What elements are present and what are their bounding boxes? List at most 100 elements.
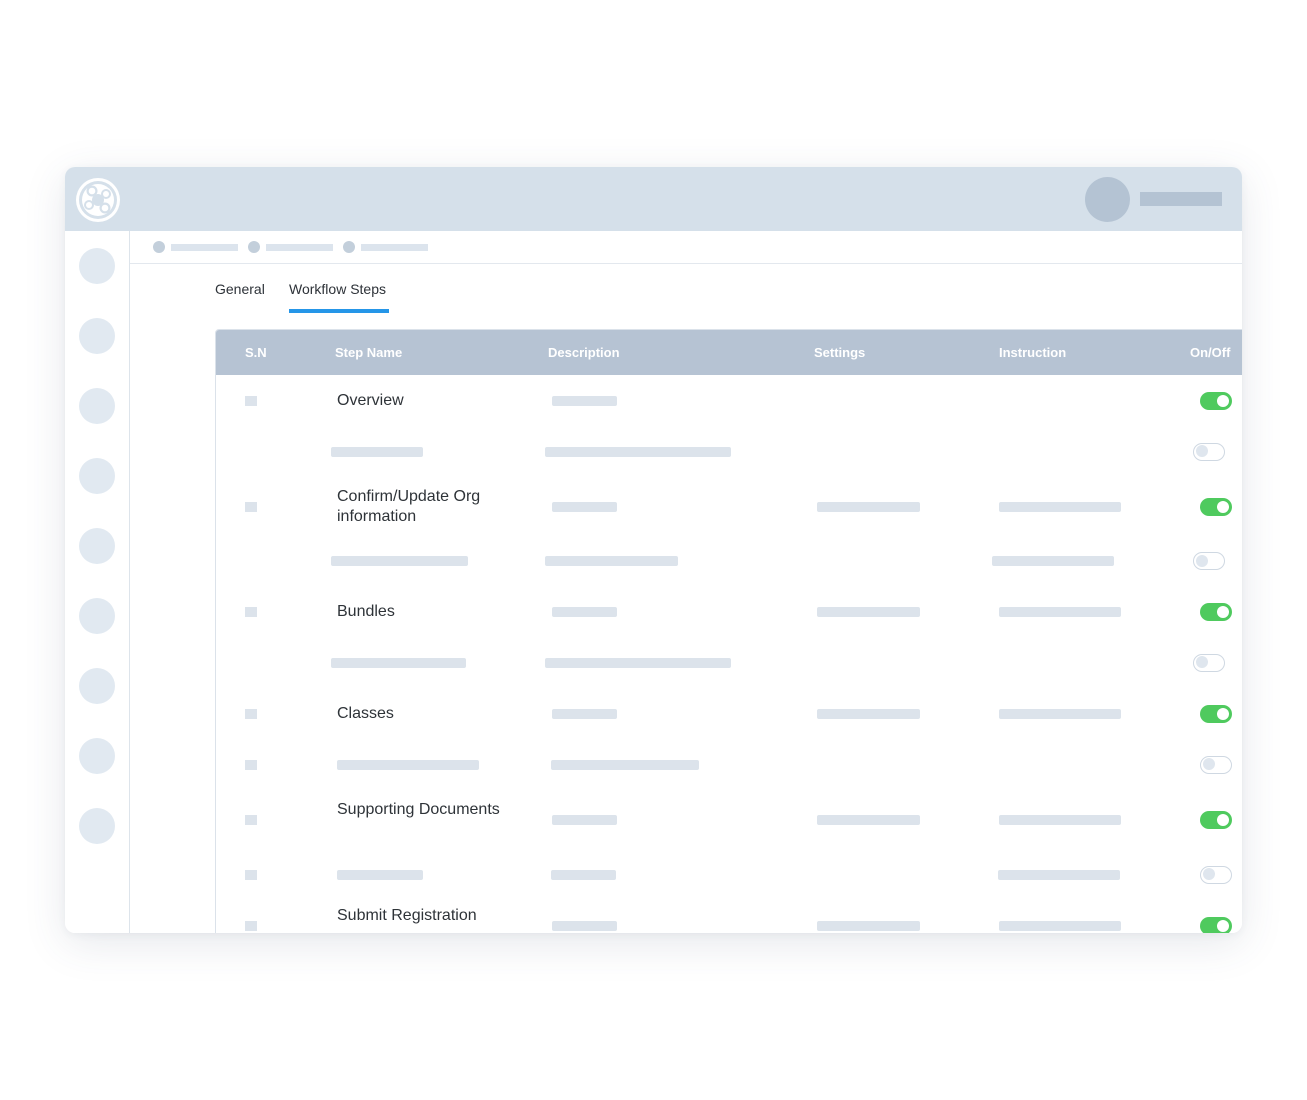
breadcrumb-dot-1[interactable] (153, 241, 165, 253)
instruction-placeholder (999, 920, 1121, 931)
nav-icon-3[interactable] (79, 388, 115, 424)
on-off-toggle[interactable] (1200, 865, 1232, 884)
serial-number-placeholder (245, 920, 257, 931)
description-placeholder (552, 501, 617, 512)
on-off-toggle[interactable] (1200, 391, 1232, 410)
nav-icon-1[interactable] (79, 248, 115, 284)
step-name-placeholder (331, 446, 423, 457)
user-avatar[interactable] (1085, 177, 1130, 222)
step-name: Overview (337, 391, 404, 409)
nav-icon-2[interactable] (79, 318, 115, 354)
settings-placeholder (817, 708, 920, 719)
tab-workflow-steps[interactable]: Workflow Steps (289, 281, 386, 297)
breadcrumb-dot-2[interactable] (248, 241, 260, 253)
column-header-step-name: Step Name (335, 345, 403, 360)
serial-number-placeholder (245, 759, 257, 770)
breadcrumb (130, 231, 1242, 264)
settings-placeholder (817, 501, 920, 512)
column-header-settings: Settings (814, 345, 866, 360)
table-row[interactable] (216, 536, 1242, 587)
breadcrumb-item-1[interactable] (171, 244, 238, 251)
app-logo-icon[interactable] (75, 177, 121, 223)
workflow-steps-table: S.N Step Name Description Settings Instr… (215, 329, 1242, 933)
description-placeholder (545, 556, 678, 566)
on-off-toggle[interactable] (1200, 810, 1232, 829)
nav-icon-4[interactable] (79, 458, 115, 494)
instruction-placeholder (999, 814, 1121, 825)
on-off-toggle[interactable] (1200, 602, 1232, 621)
nav-icon-6[interactable] (79, 598, 115, 634)
step-name-placeholder (337, 869, 423, 880)
instruction-placeholder (998, 869, 1120, 880)
description-placeholder (551, 759, 699, 770)
on-off-toggle[interactable] (1200, 916, 1232, 933)
table-row[interactable]: Submit Registration (216, 900, 1242, 933)
step-name: Confirm/Update Org information (337, 487, 481, 525)
toggle-knob (1217, 919, 1229, 932)
tab-general[interactable]: General (215, 281, 265, 297)
toggle-knob (1217, 605, 1229, 618)
table-row[interactable]: Classes (216, 688, 1242, 740)
column-header-sn: S.N (245, 345, 267, 360)
toggle-knob (1196, 656, 1208, 668)
nav-icon-7[interactable] (79, 668, 115, 704)
sidebar (65, 231, 130, 933)
on-off-toggle[interactable] (1200, 755, 1232, 774)
description-placeholder (552, 708, 617, 719)
breadcrumb-item-2[interactable] (266, 244, 333, 251)
settings-placeholder (817, 920, 920, 931)
column-header-on-off: On/Off (1190, 345, 1231, 360)
breadcrumb-dot-3[interactable] (343, 241, 355, 253)
serial-number-placeholder (245, 395, 257, 406)
step-name: Bundles (337, 602, 395, 620)
step-name-placeholder (331, 556, 468, 566)
table-row[interactable] (216, 637, 1242, 689)
settings-placeholder (817, 606, 920, 617)
serial-number-placeholder (245, 606, 257, 617)
app-window: General Workflow Steps S.N Step Name Des… (65, 167, 1242, 933)
top-bar (65, 167, 1242, 231)
toggle-knob (1217, 813, 1229, 826)
on-off-toggle[interactable] (1193, 442, 1225, 461)
serial-number-placeholder (245, 501, 257, 512)
on-off-toggle[interactable] (1193, 552, 1225, 570)
column-header-instruction: Instruction (999, 345, 1067, 360)
column-header-description: Description (548, 345, 620, 360)
breadcrumb-item-3[interactable] (361, 244, 428, 251)
serial-number-placeholder (245, 869, 257, 880)
instruction-placeholder (999, 606, 1121, 617)
step-name: Supporting Documents (337, 800, 500, 818)
step-name-placeholder (331, 657, 466, 668)
table-row[interactable]: Confirm/Update Org information (216, 477, 1242, 537)
on-off-toggle[interactable] (1193, 653, 1225, 672)
on-off-toggle[interactable] (1200, 704, 1232, 723)
table-row[interactable]: Overview (216, 375, 1242, 427)
toggle-knob (1203, 868, 1215, 880)
toggle-knob (1217, 500, 1229, 513)
step-name-placeholder (337, 759, 479, 770)
table-row[interactable]: Bundles (216, 586, 1242, 638)
nav-icon-5[interactable] (79, 528, 115, 564)
description-placeholder (552, 395, 617, 406)
instruction-placeholder (992, 556, 1114, 566)
serial-number-placeholder (245, 814, 257, 825)
table-row[interactable] (216, 739, 1242, 791)
main-content: General Workflow Steps S.N Step Name Des… (130, 231, 1242, 933)
description-placeholder (551, 869, 616, 880)
serial-number-placeholder (245, 708, 257, 719)
table-row[interactable]: Supporting Documents (216, 790, 1242, 850)
nav-icon-9[interactable] (79, 808, 115, 844)
user-name-placeholder (1140, 192, 1222, 206)
instruction-placeholder (999, 708, 1121, 719)
active-tab-indicator (289, 309, 389, 313)
description-placeholder (545, 446, 731, 457)
description-placeholder (545, 657, 731, 668)
instruction-placeholder (999, 501, 1121, 512)
toggle-knob (1196, 554, 1208, 567)
table-row[interactable] (216, 426, 1242, 478)
toggle-knob (1196, 445, 1208, 457)
on-off-toggle[interactable] (1200, 497, 1232, 516)
nav-icon-8[interactable] (79, 738, 115, 774)
table-row[interactable] (216, 849, 1242, 901)
description-placeholder (552, 814, 617, 825)
